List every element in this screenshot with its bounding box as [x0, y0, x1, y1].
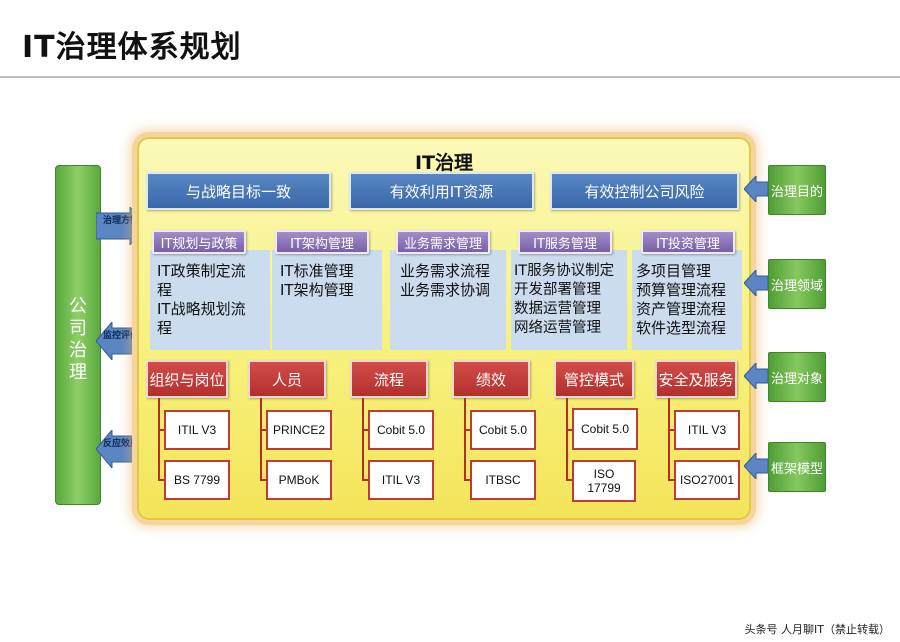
domain-text-planning: IT政策制定流 程 IT战略规划流 程 — [157, 262, 246, 338]
domain-line: IT标准管理 — [280, 262, 354, 280]
corporate-governance-bar: 公司治理 — [55, 165, 101, 505]
side-arrow-icon — [744, 176, 768, 202]
domain-line: 多项目管理 — [636, 262, 712, 280]
domain-text-requirements: 业务需求流程 业务需求协调 — [400, 262, 490, 300]
domain-line: 软件选型流程 — [636, 319, 727, 337]
goal-strategy: 与战略目标一致 — [146, 172, 331, 210]
domain-line: 业务需求流程 — [400, 262, 491, 280]
framework-tree-process: Cobit 5.0 ITIL V3 — [356, 398, 446, 508]
domain-header-requirements: 业务需求管理 — [396, 230, 490, 254]
domain-line: 程 — [157, 281, 173, 299]
domain-line: 网络运营管理 — [514, 320, 601, 336]
domain-header-investment: IT投资管理 — [641, 230, 735, 254]
guidance-arrow-label: 治理方针 — [103, 216, 140, 226]
domain-line: IT服务协议制定 — [514, 263, 615, 279]
side-label-domain: 治理领域 — [768, 259, 826, 309]
side-arrow-icon — [744, 453, 768, 479]
title-divider — [0, 76, 900, 78]
framework-item: Cobit 5.0 — [368, 410, 434, 450]
domain-line: 程 — [157, 319, 173, 337]
domain-line: 数据运营管理 — [514, 301, 601, 317]
framework-item: Cobit 5.0 — [572, 408, 638, 450]
framework-item: ISO27001 — [674, 460, 740, 500]
domain-line: 资产管理流程 — [636, 300, 727, 318]
framework-item: ISO 17799 — [572, 460, 636, 502]
category-performance: 绩效 — [452, 360, 530, 398]
framework-item: Cobit 5.0 — [470, 410, 536, 450]
framework-item: ITIL V3 — [368, 460, 434, 500]
framework-tree-performance: Cobit 5.0 ITBSC — [458, 398, 548, 508]
page-title: IT治理体系规划 — [22, 30, 242, 65]
domain-line: IT战略规划流 — [157, 300, 246, 318]
side-label-object: 治理对象 — [768, 352, 826, 402]
framework-item: BS 7799 — [164, 460, 230, 500]
framework-item: ITIL V3 — [164, 410, 230, 450]
domain-header-planning: IT规划与政策 — [152, 230, 246, 254]
domain-line: IT政策制定流 — [157, 262, 246, 280]
goal-risk: 有效控制公司风险 — [550, 172, 739, 210]
monitor-arrow-label: 监控评价 — [103, 331, 140, 341]
framework-tree-security: ITIL V3 ISO27001 — [662, 398, 752, 508]
domain-line: IT架构管理 — [280, 281, 354, 299]
category-security: 安全及服务 — [655, 360, 737, 398]
panel-title: IT治理 — [414, 152, 474, 174]
domain-text-service: IT服务协议制定 开发部署管理 数据运营管理 网络运营管理 — [514, 262, 614, 338]
category-organization: 组织与岗位 — [146, 360, 228, 398]
goal-resources: 有效利用IT资源 — [349, 172, 534, 210]
domain-line: 预算管理流程 — [636, 281, 727, 299]
category-control-mode: 管控模式 — [554, 360, 634, 398]
framework-item: ITIL V3 — [674, 410, 740, 450]
side-label-purpose: 治理目的 — [768, 165, 826, 215]
category-process: 流程 — [350, 360, 428, 398]
framework-item: ITBSC — [470, 460, 536, 500]
framework-tree-organization: ITIL V3 BS 7799 — [152, 398, 242, 508]
framework-tree-people: PRINCE2 PMBoK — [254, 398, 344, 508]
domain-text-architecture: IT标准管理 IT架构管理 — [280, 262, 354, 300]
framework-item: PMBoK — [266, 460, 332, 500]
side-label-framework: 框架模型 — [768, 442, 826, 492]
framework-tree-control: Cobit 5.0 ISO 17799 — [560, 398, 650, 508]
domain-header-architecture: IT架构管理 — [275, 230, 369, 254]
side-arrow-icon — [744, 270, 768, 296]
corporate-governance-label: 公司治理 — [69, 296, 87, 383]
domain-line: 开发部署管理 — [514, 282, 601, 298]
category-people: 人员 — [248, 360, 326, 398]
feedback-arrow-label: 反应效果 — [103, 439, 140, 449]
domain-line: 业务需求协调 — [400, 281, 491, 299]
domain-text-investment: 多项目管理 预算管理流程 资产管理流程 软件选型流程 — [636, 262, 726, 338]
footer-watermark: 头条号 人月聊IT（禁止转载） — [744, 623, 890, 636]
framework-item: PRINCE2 — [266, 410, 332, 450]
side-arrow-icon — [744, 363, 768, 389]
domain-header-service: IT服务管理 — [518, 230, 612, 254]
